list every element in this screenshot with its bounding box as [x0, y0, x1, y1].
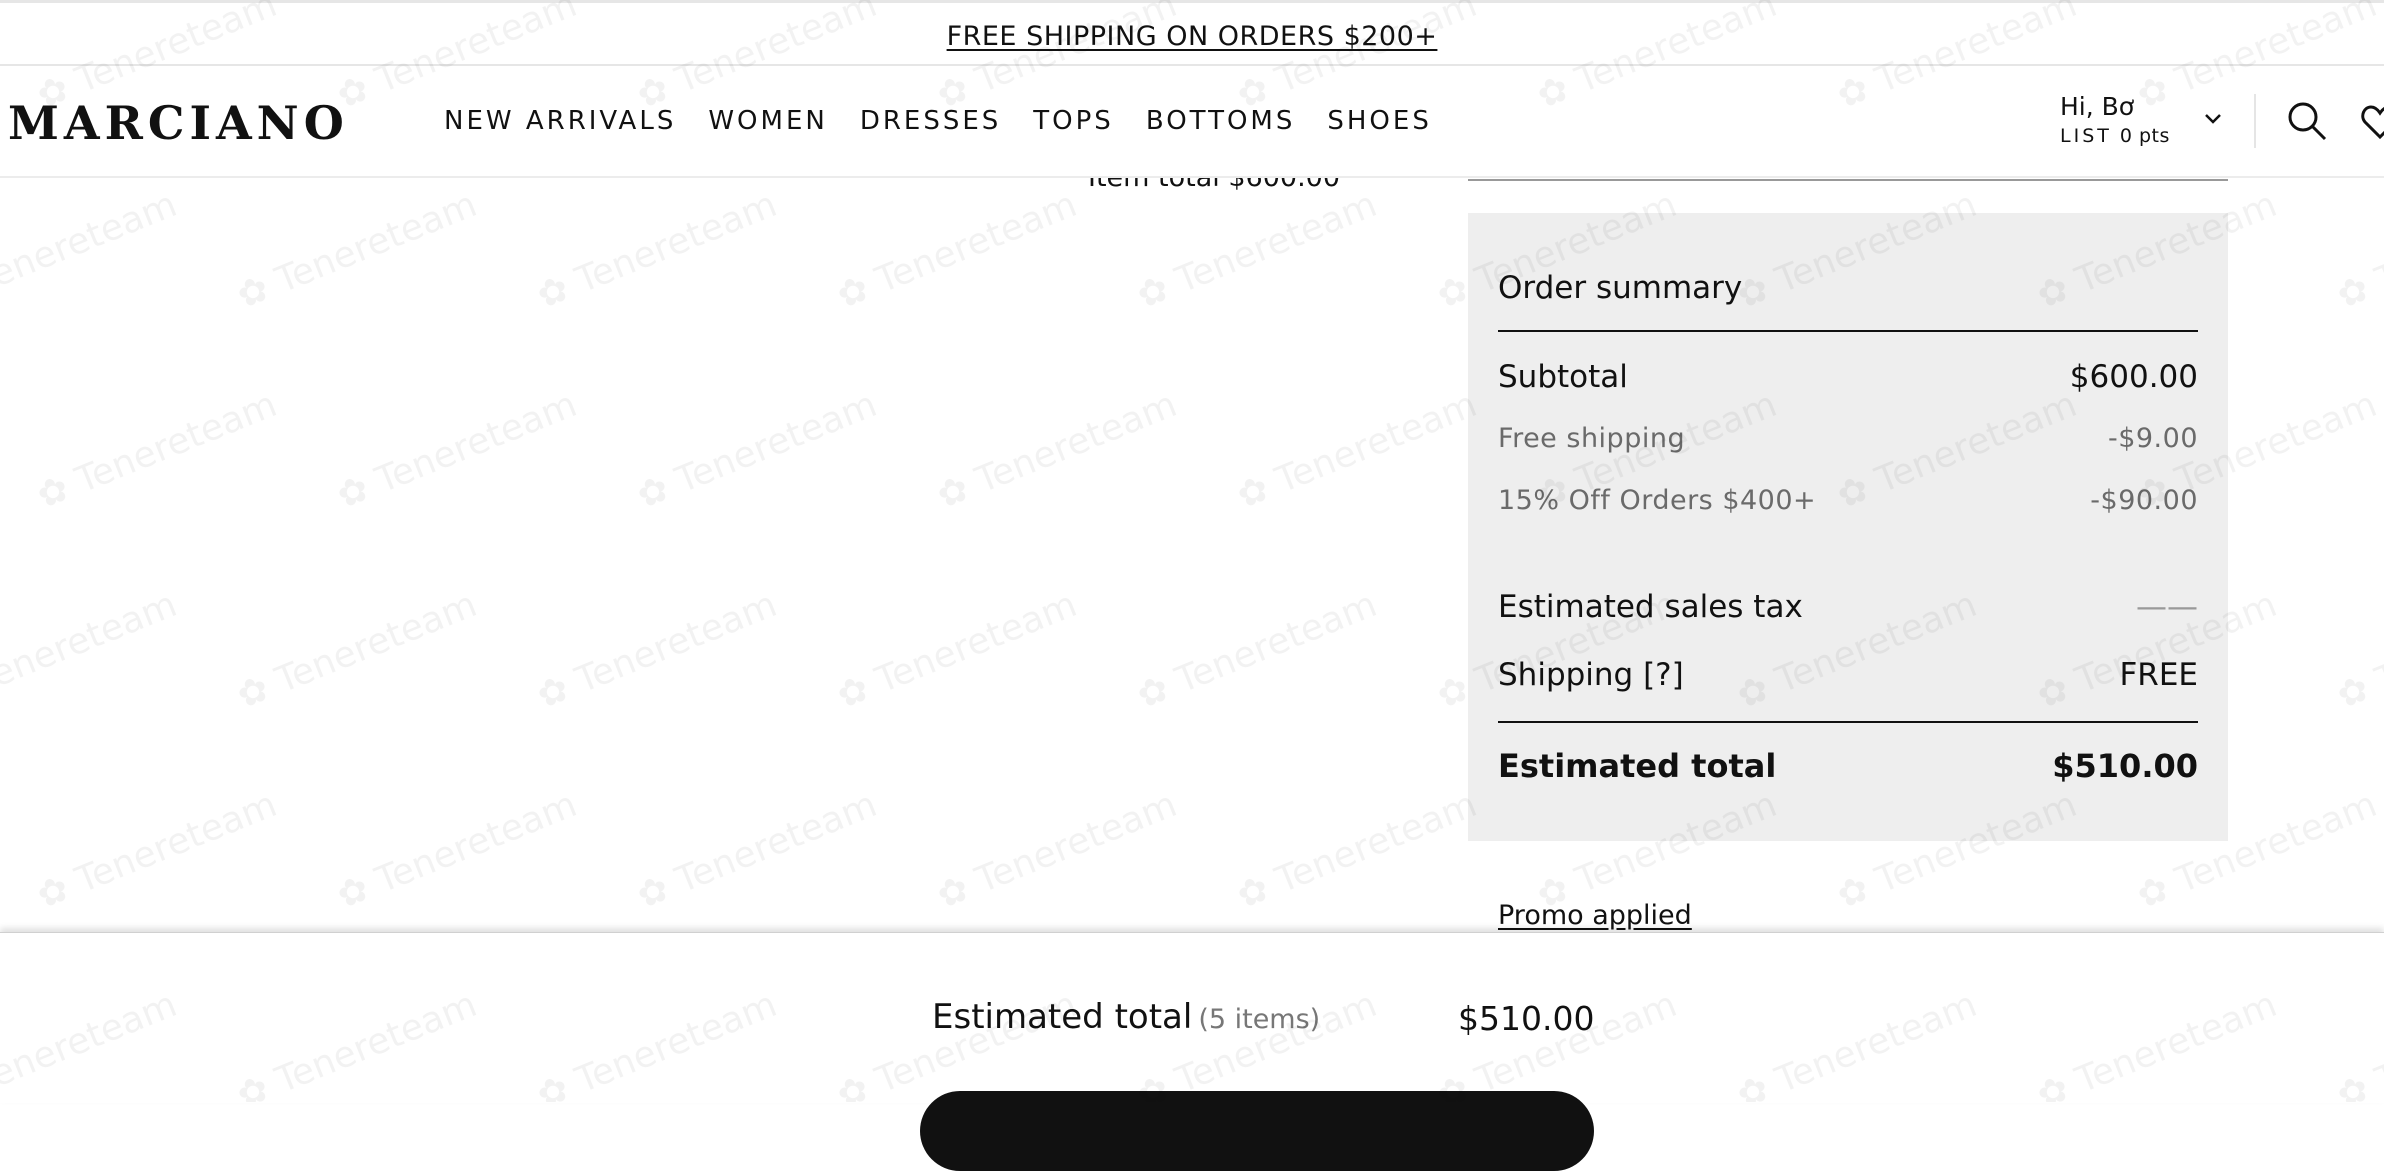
watermark-text: ✿ Tenereteam [0, 183, 183, 317]
order-summary: Order summary Subtotal $600.00 Free ship… [1468, 213, 2228, 841]
free-shipping-link[interactable]: FREE SHIPPING ON ORDERS $200+ [947, 21, 1438, 52]
watermark-text: ✿ Tenereteam [1131, 183, 1383, 318]
free-shipping-value: -$9.00 [2107, 423, 2198, 454]
order-summary-title: Order summary [1498, 270, 1743, 306]
brand-logo[interactable]: MARCIANO [8, 96, 349, 150]
watermark-text: ✿ Tenereteam [1231, 383, 1483, 518]
watermark-text: ✿ Tenereteam [931, 383, 1183, 518]
item-count: (5 items) [1198, 1004, 1321, 1035]
shipping-value: FREE [2119, 657, 2198, 693]
promo-applied-link[interactable]: Promo applied [1498, 900, 1692, 931]
subtotal-row: Subtotal $600.00 [1498, 359, 2198, 395]
watermark-text: ✿ Tenereteam [631, 783, 883, 918]
subtotal-value: $600.00 [2069, 359, 2198, 395]
watermark-text: ✿ Tenereteam [231, 583, 483, 718]
free-shipping-label: Free shipping [1498, 423, 1686, 454]
section-divider [1468, 179, 2228, 181]
tax-row: Estimated sales tax —— [1498, 589, 2198, 625]
summary-divider [1498, 721, 2198, 723]
watermark-text: ✿ Tenereteam [0, 583, 183, 717]
watermark-text: ✿ Tenereteam [631, 383, 883, 518]
nav-item-tops[interactable]: TOPS [1033, 106, 1114, 136]
nav-item-dresses[interactable]: DRESSES [860, 106, 1001, 136]
nav-item-women[interactable]: WOMEN [708, 106, 827, 136]
watermark-text: ✿ Tenereteam [831, 183, 1083, 318]
watermark-text: ✿ Tenereteam [531, 583, 783, 718]
shipping-row: Shipping [?] FREE [1498, 657, 2198, 693]
list-label: LIST [2060, 125, 2112, 147]
watermark-text: ✿ Tenereteam [2331, 183, 2384, 318]
chevron-down-icon[interactable] [2204, 106, 2222, 130]
sticky-checkout-bar: Estimated total (5 items) $510.00 [0, 932, 2384, 1171]
footer-total-text: Estimated total [932, 997, 1193, 1037]
account-greeting: Hi, Bơ [2060, 92, 2135, 121]
discount-label: 15% Off Orders $400+ [1498, 485, 1817, 516]
search-icon[interactable] [2286, 100, 2328, 142]
discount-row: 15% Off Orders $400+ -$90.00 [1498, 485, 2198, 516]
checkout-button[interactable] [920, 1091, 1594, 1171]
summary-divider [1498, 330, 2198, 332]
watermark-text: ✿ Tenereteam [531, 183, 783, 318]
estimated-total-label: Estimated total [1498, 747, 1777, 785]
main-nav: NEW ARRIVALS WOMEN DRESSES TOPS BOTTOMS … [444, 106, 1432, 136]
nav-item-new-arrivals[interactable]: NEW ARRIVALS [444, 106, 676, 136]
nav-item-shoes[interactable]: SHOES [1327, 106, 1431, 136]
footer-total-value: $510.00 [1458, 999, 1595, 1038]
promo-banner: FREE SHIPPING ON ORDERS $200+ [0, 0, 2384, 66]
discount-value: -$90.00 [2090, 485, 2198, 516]
watermark-text: ✿ Tenereteam [31, 783, 283, 918]
header-divider [2254, 94, 2256, 148]
watermark-text: ✿ Tenereteam [331, 783, 583, 918]
estimated-total-value: $510.00 [2052, 747, 2198, 785]
points-value: 0 pts [2119, 125, 2170, 147]
watermark-text: ✿ Tenereteam [231, 183, 483, 318]
subtotal-label: Subtotal [1498, 359, 1628, 395]
shipping-label[interactable]: Shipping [?] [1498, 657, 1684, 693]
footer-total-label: Estimated total (5 items) [932, 997, 1320, 1037]
nav-item-bottoms[interactable]: BOTTOMS [1146, 106, 1296, 136]
site-header: MARCIANO NEW ARRIVALS WOMEN DRESSES TOPS… [0, 66, 2384, 178]
estimated-total-row: Estimated total $510.00 [1498, 747, 2198, 785]
watermark-text: ✿ Tenereteam [331, 383, 583, 518]
account-menu[interactable]: Hi, Bơ LIST 0 pts [2060, 92, 2170, 147]
tax-label: Estimated sales tax [1498, 589, 1803, 625]
watermark-text: ✿ Tenereteam [1131, 583, 1383, 718]
watermark-text: ✿ Tenereteam [931, 783, 1183, 918]
tax-value: —— [2136, 589, 2198, 625]
watermark-text: ✿ Tenereteam [2331, 583, 2384, 718]
heart-icon[interactable] [2360, 102, 2384, 142]
watermark-text: ✿ Tenereteam [1231, 783, 1483, 918]
watermark-text: ✿ Tenereteam [31, 383, 283, 518]
free-shipping-row: Free shipping -$9.00 [1498, 423, 2198, 454]
loyalty-status: LIST 0 pts [2060, 125, 2170, 147]
watermark-text: ✿ Tenereteam [831, 583, 1083, 718]
